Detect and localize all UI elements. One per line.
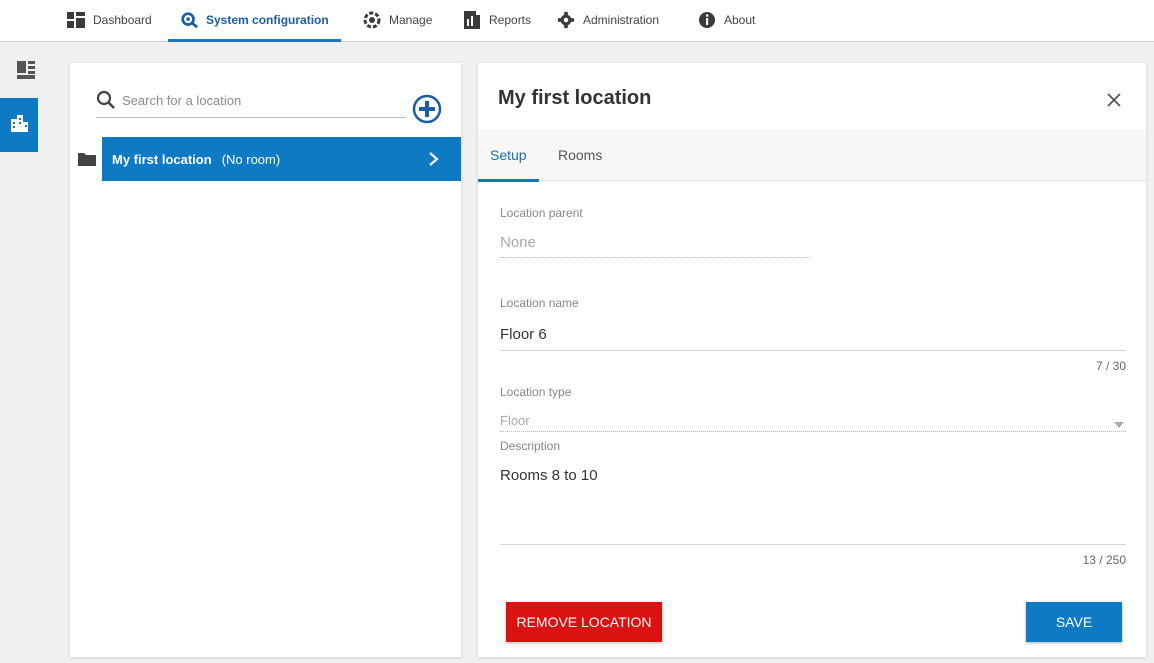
location-parent-label: Location parent [500, 206, 583, 220]
side-rail [0, 42, 52, 663]
nav-dashboard[interactable]: Dashboard [67, 0, 152, 40]
location-name-label: Location name [500, 296, 579, 310]
panel-title: My first location [498, 87, 652, 109]
dashboard-icon [67, 11, 85, 29]
location-name: My first location [112, 151, 212, 167]
close-icon[interactable] [1104, 90, 1124, 110]
nav-reports[interactable]: Reports [463, 0, 531, 40]
administration-icon [557, 11, 575, 29]
location-row[interactable]: My first location (No room) [70, 137, 461, 181]
reports-icon [463, 11, 481, 29]
devices-icon [16, 60, 36, 85]
description-label: Description [500, 439, 561, 453]
nav-about-label: About [724, 13, 756, 27]
location-parent-underline [500, 257, 810, 258]
tab-setup[interactable]: Setup [478, 129, 539, 182]
chevron-right-icon[interactable] [427, 149, 441, 169]
nav-administration[interactable]: Administration [557, 0, 659, 40]
search-box [96, 88, 406, 118]
tab-rooms[interactable]: Rooms [558, 129, 602, 181]
location-name-underline [500, 350, 1126, 351]
location-detail: (No room) [221, 151, 281, 167]
location-row-bar[interactable]: My first location (No room) [102, 137, 461, 181]
description-underline [500, 544, 1126, 545]
add-circle-icon [412, 94, 442, 128]
nav-about[interactable]: About [698, 0, 755, 40]
remove-location-button[interactable]: REMOVE LOCATION [506, 602, 662, 642]
location-type-label: Location type [500, 385, 572, 399]
location-name-counter: 7 / 30 [1095, 359, 1126, 373]
devices-button[interactable] [0, 50, 52, 94]
add-location-button[interactable] [412, 94, 442, 124]
locations-panel: My first location (No room) [70, 63, 461, 657]
folder-icon [78, 151, 96, 167]
save-button[interactable]: SAVE [1026, 602, 1122, 642]
about-icon [698, 11, 716, 29]
nav-manage-label: Manage [389, 13, 433, 27]
nav-administration-label: Administration [583, 13, 660, 27]
nav-system-configuration[interactable]: System configuration [168, 0, 341, 42]
system-configuration-icon [180, 11, 198, 29]
location-type-select[interactable]: Floor [500, 413, 530, 428]
description-counter: 13 / 250 [1082, 553, 1126, 567]
location-type-underline [500, 431, 1126, 432]
nav-system-configuration-label: System configuration [206, 13, 329, 27]
search-input[interactable] [122, 88, 404, 112]
buildings-button[interactable] [0, 98, 38, 152]
search-icon [96, 90, 116, 110]
top-navigation: Dashboard System configuration Manage Re… [0, 0, 1154, 42]
manage-icon [363, 11, 381, 29]
chevron-down-icon[interactable] [1114, 415, 1124, 428]
nav-reports-label: Reports [489, 13, 532, 27]
location-name-field[interactable]: Floor 6 [500, 326, 547, 343]
nav-manage[interactable]: Manage [363, 0, 432, 40]
nav-dashboard-label: Dashboard [93, 13, 152, 27]
location-detail-panel: My first location Setup Rooms Location p… [478, 63, 1146, 657]
description-field[interactable]: Rooms 8 to 10 [500, 467, 598, 484]
tab-bar: Setup Rooms [478, 129, 1146, 182]
buildings-icon [9, 113, 29, 138]
location-parent-field[interactable]: None [500, 234, 536, 251]
